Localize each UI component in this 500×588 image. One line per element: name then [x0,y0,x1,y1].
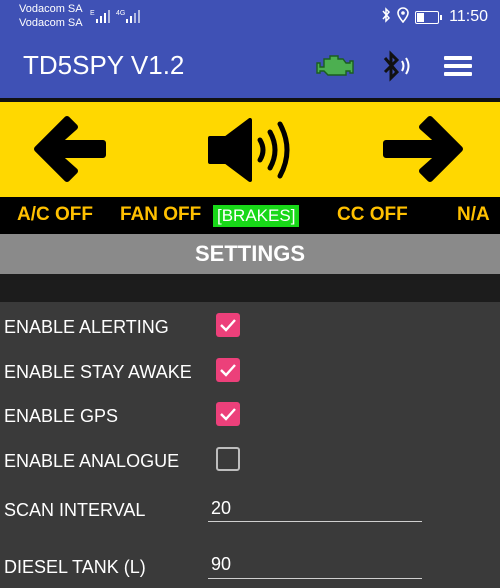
bluetooth-icon[interactable] [378,50,416,87]
menu-icon[interactable] [442,54,474,83]
enable-analogue-checkbox[interactable] [216,447,240,471]
engine-icon[interactable] [316,53,354,84]
network-type-2: 4G [116,10,125,17]
status-strip: A/C OFF FAN OFF [BRAKES] CC OFF N/A [0,197,500,234]
brakes-status: [BRAKES] [213,205,300,227]
carrier-name-1: Vodacom SA [19,3,83,15]
checkmark-icon [220,319,236,332]
divider [0,274,500,302]
status-bar: Vodacom SA Vodacom SA E 4G 11:50 [0,0,500,33]
signal-icon: 4G [116,8,142,29]
carrier-name-2: Vodacom SA [19,17,83,29]
battery-icon [415,10,443,24]
enable-analogue-label: ENABLE ANALOGUE [4,451,180,471]
clock: 11:50 [449,8,488,25]
checkmark-icon [220,364,236,377]
diesel-tank-input[interactable]: 90 [211,554,231,575]
arrow-right-icon[interactable] [380,109,468,189]
diesel-tank-underline [208,578,422,579]
enable-gps-label: ENABLE GPS [4,406,119,426]
enable-alerting-checkbox[interactable] [216,313,240,337]
fan-status: FAN OFF [120,204,202,225]
app-bar: TD5SPY V1.2 [0,33,500,98]
enable-stay-awake-label: ENABLE STAY AWAKE [4,362,192,382]
control-panel [0,102,500,197]
network-type-1: E [90,10,95,17]
arrow-left-icon[interactable] [29,109,107,189]
cc-status: CC OFF [337,204,408,225]
signal-icon: E [90,8,112,29]
location-icon [397,6,409,28]
scan-interval-input[interactable]: 20 [211,498,231,519]
bluetooth-icon [381,6,391,28]
na-status: N/A [457,204,490,225]
diesel-tank-label: DIESEL TANK (L) [4,557,146,577]
settings-title: SETTINGS [0,234,500,274]
enable-stay-awake-checkbox[interactable] [216,358,240,382]
ac-status: A/C OFF [17,204,93,225]
scan-interval-underline [208,521,422,522]
enable-gps-checkbox[interactable] [216,402,240,426]
app-title: TD5SPY V1.2 [23,50,185,80]
scan-interval-label: SCAN INTERVAL [4,500,146,520]
enable-alerting-label: ENABLE ALERTING [4,317,169,337]
checkmark-icon [220,408,236,421]
speaker-icon[interactable] [206,118,298,182]
